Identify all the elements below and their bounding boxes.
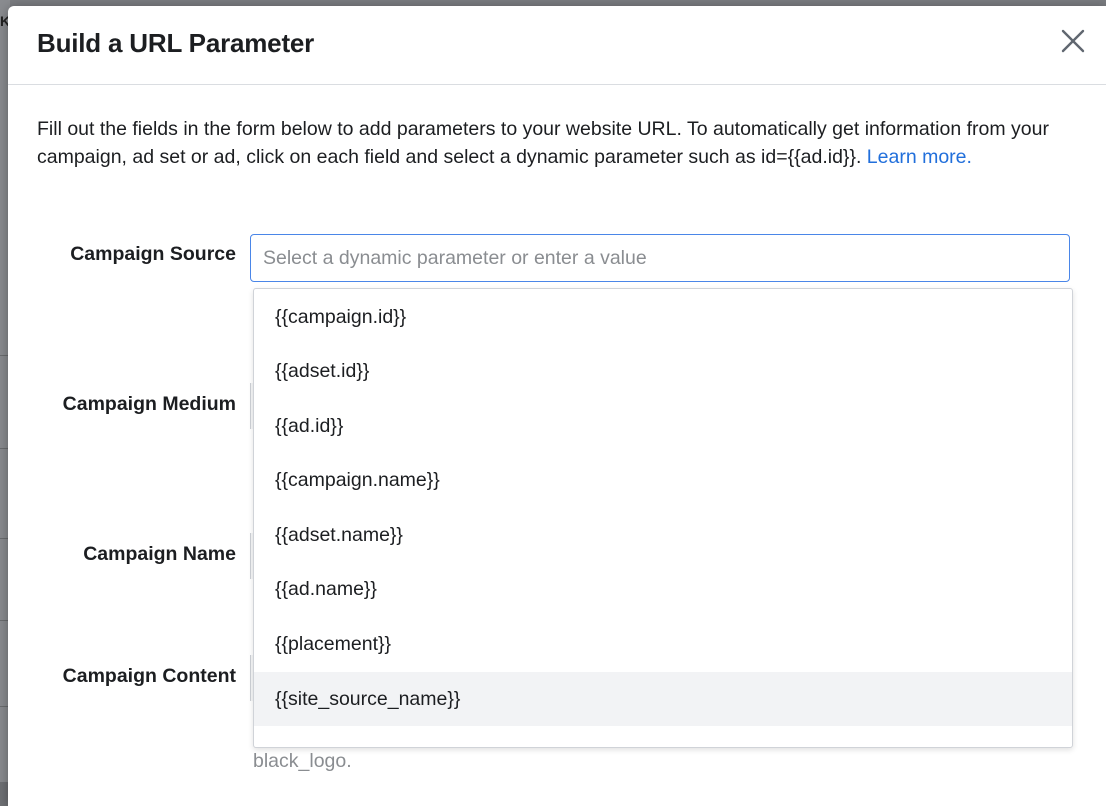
dialog-header: Build a URL Parameter bbox=[8, 6, 1106, 85]
campaign-content-label: Campaign Content bbox=[62, 665, 236, 687]
close-icon bbox=[1061, 29, 1085, 53]
dropdown-option[interactable]: {{ad.name}} bbox=[254, 562, 1072, 616]
dialog-title: Build a URL Parameter bbox=[37, 28, 315, 58]
learn-more-link[interactable]: Learn more. bbox=[867, 146, 972, 168]
dropdown-option[interactable]: {{campaign.id}} bbox=[254, 290, 1072, 344]
dropdown-option[interactable]: {{campaign.name}} bbox=[254, 453, 1072, 507]
dynamic-parameter-dropdown: {{campaign.id}} {{adset.id}} {{ad.id}} {… bbox=[253, 288, 1073, 748]
campaign-source-input[interactable] bbox=[250, 234, 1070, 282]
dropdown-option[interactable]: {{adset.id}} bbox=[254, 344, 1072, 398]
intro-paragraph: Fill out the fields in the form below to… bbox=[37, 115, 1067, 171]
campaign-name-label: Campaign Name bbox=[83, 543, 236, 565]
helper-text-fragment: black_logo. bbox=[253, 750, 352, 772]
close-button[interactable] bbox=[1058, 26, 1088, 56]
campaign-source-label: Campaign Source bbox=[70, 243, 236, 265]
dropdown-option-hovered[interactable]: {{site_source_name}} bbox=[254, 672, 1072, 726]
background-text-fragment: K bbox=[0, 14, 8, 28]
dropdown-option[interactable]: {{adset.name}} bbox=[254, 508, 1072, 562]
dropdown-option[interactable]: {{ad.id}} bbox=[254, 399, 1072, 453]
dropdown-option[interactable]: {{placement}} bbox=[254, 617, 1072, 671]
campaign-medium-label: Campaign Medium bbox=[62, 393, 236, 415]
url-parameter-dialog: Build a URL Parameter Fill out the field… bbox=[8, 6, 1106, 806]
